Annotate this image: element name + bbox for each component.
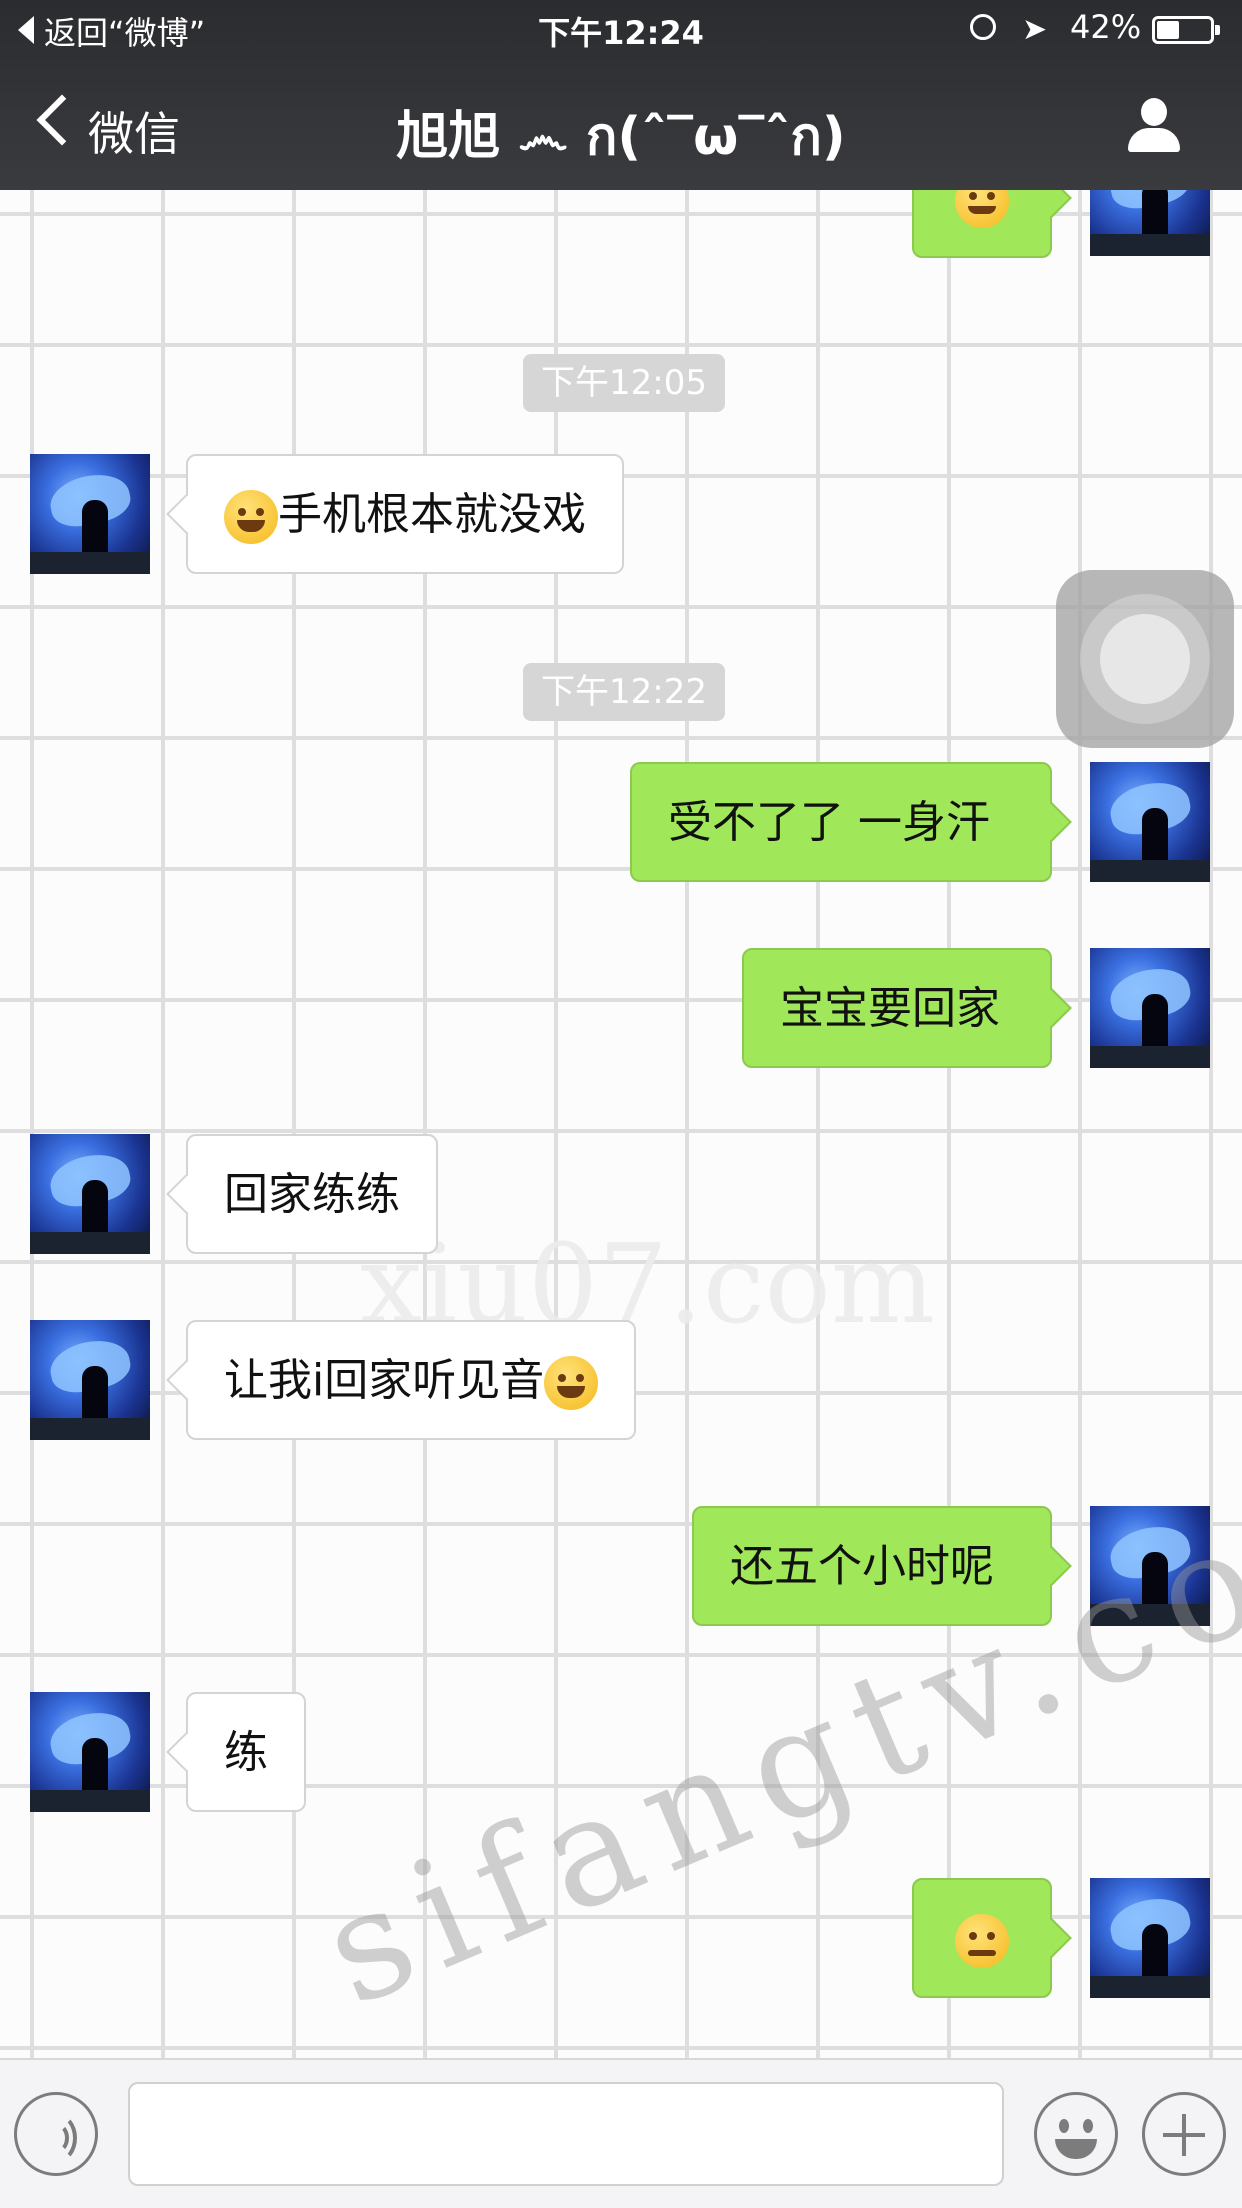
message-bubble[interactable]: 练 <box>186 1692 306 1812</box>
top-bar: 返回“微博” 下午12:24 ➤ 42% 微信 旭旭 ෴ ก(ˆ‾ω‾ˆก) <box>0 0 1242 190</box>
message-text: 宝宝要回家 <box>780 983 1000 1034</box>
chat-title: 旭旭 ෴ ก(ˆ‾ω‾ˆก) <box>396 107 846 167</box>
location-arrow-icon: ➤ <box>1022 12 1048 47</box>
avatar-contact[interactable] <box>30 1320 150 1440</box>
voice-icon[interactable] <box>14 2092 98 2176</box>
rotation-lock-icon <box>970 14 996 40</box>
message-text: 受不了了 一身汗 <box>668 797 990 848</box>
profile-icon[interactable] <box>1126 98 1182 154</box>
message-text: 回家练练 <box>224 1169 400 1220</box>
battery-icon <box>1152 16 1220 44</box>
timestamp: 下午12:05 <box>523 354 725 412</box>
input-bar <box>0 2058 1242 2208</box>
message-bubble[interactable]: 受不了了 一身汗 <box>630 762 1052 882</box>
battery-percent: 42% <box>1070 8 1142 46</box>
tears-of-joy-emoji-icon <box>544 1356 599 1410</box>
avatar-contact[interactable] <box>30 1134 150 1254</box>
message-bubble[interactable]: 回家练练 <box>186 1134 438 1254</box>
avatar-self[interactable] <box>1090 1878 1210 1998</box>
message-text: 手机根本就没戏 <box>278 489 586 540</box>
status-time: 下午12:24 <box>538 14 704 52</box>
avatar-contact[interactable] <box>30 1692 150 1812</box>
message-text: 练 <box>224 1727 268 1778</box>
persevering-emoji-icon <box>955 1914 1009 1968</box>
message-text: 让我i回家听见音 <box>224 1355 545 1406</box>
tears-of-joy-emoji-icon <box>224 490 278 544</box>
plus-icon[interactable] <box>1142 2092 1226 2176</box>
message-bubble[interactable]: 让我i回家听见音 <box>186 1320 637 1440</box>
avatar-self[interactable] <box>1090 190 1210 256</box>
emoji-icon[interactable] <box>1034 2092 1118 2176</box>
message-bubble[interactable]: 手机根本就没戏 <box>186 454 624 574</box>
nav-bar: 微信 旭旭 ෴ ก(ˆ‾ω‾ˆก) <box>0 62 1242 190</box>
avatar-self[interactable] <box>1090 762 1210 882</box>
message-input[interactable] <box>128 2082 1004 2186</box>
status-bar: 返回“微博” 下午12:24 ➤ 42% <box>0 0 1242 62</box>
timestamp: 下午12:22 <box>523 663 725 721</box>
assistive-touch-button[interactable] <box>1056 570 1234 748</box>
avatar-contact[interactable] <box>30 454 150 574</box>
message-text: 还五个小时呢 <box>730 1541 994 1592</box>
smile-emoji-icon <box>955 190 1009 228</box>
message-bubble[interactable] <box>912 190 1052 258</box>
message-bubble[interactable]: 宝宝要回家 <box>742 948 1052 1068</box>
message-bubble[interactable] <box>912 1878 1052 1998</box>
avatar-self[interactable] <box>1090 948 1210 1068</box>
